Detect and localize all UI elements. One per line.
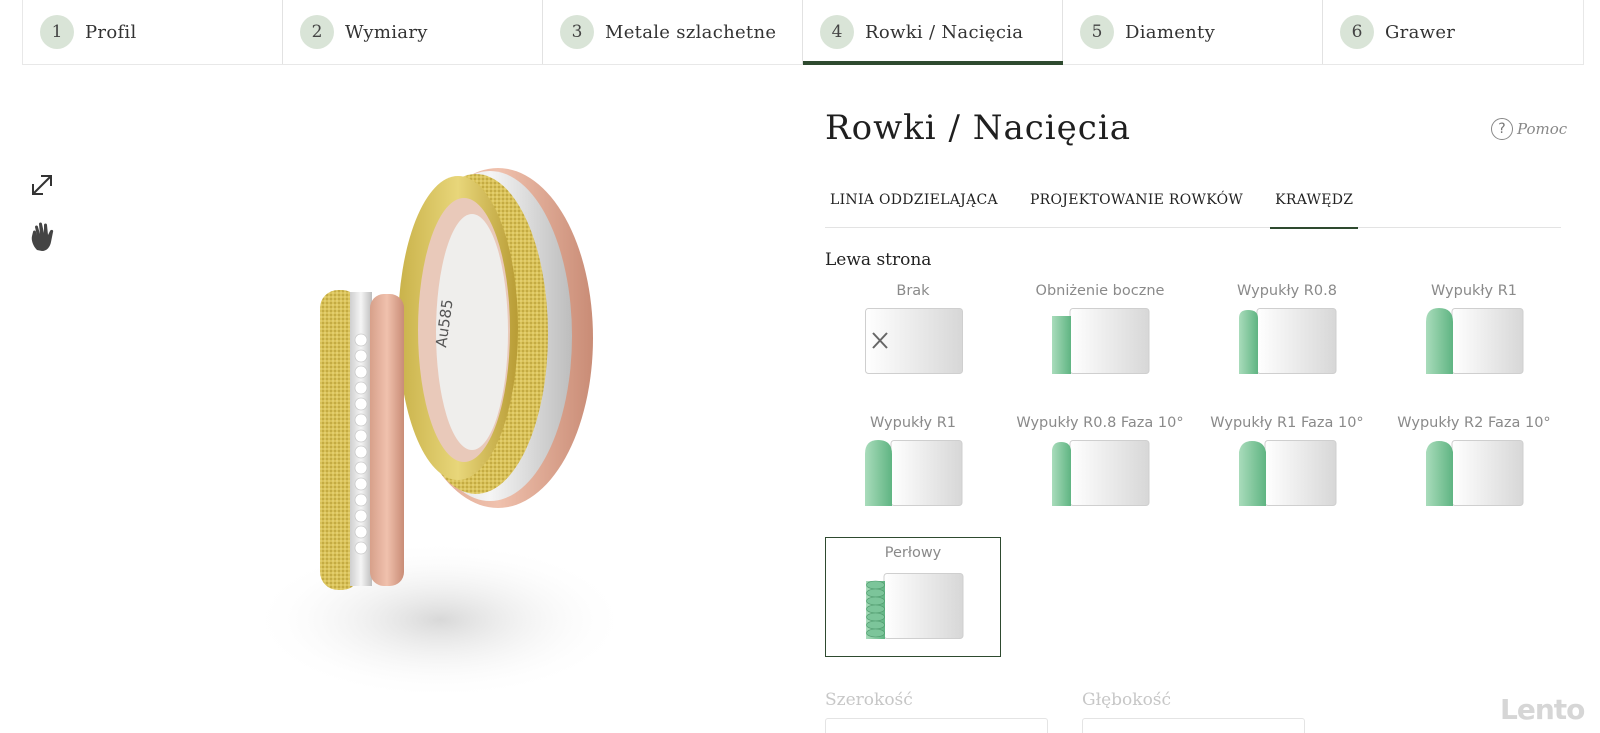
step-profil[interactable]: 1 Profil bbox=[23, 0, 283, 64]
step-label: Grawer bbox=[1385, 21, 1456, 43]
tab-bar: LINIA ODDZIELAJĄCA PROJEKTOWANIE ROWKÓW … bbox=[825, 180, 1561, 229]
section-label: Lewa strona bbox=[825, 250, 932, 270]
tab-linia-oddzielajaca[interactable]: LINIA ODDZIELAJĄCA bbox=[825, 180, 1003, 228]
step-navigation: 1 Profil 2 Wymiary 3 Metale szlachetne 4… bbox=[22, 0, 1584, 65]
step-diamenty[interactable]: 5 Diamenty bbox=[1063, 0, 1323, 64]
edge-option-wypukly-r08-faza[interactable]: Wypukły R0.8 Faza 10° bbox=[1012, 412, 1188, 532]
page-title: Rowki / Nacięcia bbox=[825, 108, 1131, 148]
edge-option-perlowy[interactable]: Perłowy bbox=[825, 537, 1001, 657]
help-icon: ? bbox=[1491, 118, 1513, 140]
expand-icon[interactable] bbox=[27, 170, 57, 200]
edge-option-wypukly-r08[interactable]: Wypukły R0.8 bbox=[1199, 280, 1375, 400]
tab-projektowanie-rowkow[interactable]: PROJEKTOWANIE ROWKÓW bbox=[1025, 180, 1248, 228]
watermark-text: Lento bbox=[1500, 693, 1585, 726]
step-number: 5 bbox=[1080, 15, 1114, 49]
option-label: Wypukły R0.8 Faza 10° bbox=[1016, 415, 1184, 431]
tab-krawedz[interactable]: KRAWĘDZ bbox=[1270, 180, 1359, 229]
step-label: Profil bbox=[85, 21, 137, 43]
step-number: 1 bbox=[40, 15, 74, 49]
step-number: 3 bbox=[560, 15, 594, 49]
edge-thumbnail bbox=[1239, 440, 1337, 506]
hand-icon[interactable] bbox=[27, 220, 61, 254]
edge-option-brak[interactable]: Brak bbox=[825, 280, 1001, 400]
edge-option-wypukly-r1-b[interactable]: Wypukły R1 bbox=[825, 412, 1001, 532]
option-label: Perłowy bbox=[884, 545, 942, 561]
option-label: Wypukły R0.8 bbox=[1237, 283, 1337, 299]
edge-option-obnizenie-boczne[interactable]: Obniżenie boczne bbox=[1012, 280, 1188, 400]
step-number: 4 bbox=[820, 15, 854, 49]
step-label: Wymiary bbox=[345, 21, 428, 43]
edge-thumbnail bbox=[1426, 440, 1524, 506]
step-label: Rowki / Nacięcia bbox=[865, 21, 1024, 43]
edge-thumbnail bbox=[1052, 308, 1150, 374]
step-label: Metale szlachetne bbox=[605, 21, 777, 43]
edge-thumbnail bbox=[865, 440, 963, 506]
option-label: Brak bbox=[896, 283, 930, 299]
step-metale-szlachetne[interactable]: 3 Metale szlachetne bbox=[543, 0, 803, 64]
edge-option-wypukly-r1[interactable]: Wypukły R1 bbox=[1386, 280, 1562, 400]
help-label: Pomoc bbox=[1517, 120, 1568, 138]
step-number: 6 bbox=[1340, 15, 1374, 49]
edge-thumbnail bbox=[865, 308, 963, 374]
step-rowki-naciecia[interactable]: 4 Rowki / Nacięcia bbox=[803, 0, 1063, 65]
step-grawer[interactable]: 6 Grawer bbox=[1323, 0, 1583, 64]
depth-field[interactable] bbox=[1082, 718, 1305, 733]
edge-thumbnail bbox=[866, 573, 964, 639]
watermark-logo: Lento bbox=[1500, 693, 1600, 733]
edge-thumbnail bbox=[1239, 308, 1337, 374]
edge-thumbnail bbox=[1426, 308, 1524, 374]
option-label: Obniżenie boczne bbox=[1035, 283, 1165, 299]
edge-option-wypukly-r2-faza[interactable]: Wypukły R2 Faza 10° bbox=[1386, 412, 1562, 532]
option-label: Wypukły R1 bbox=[869, 415, 957, 431]
step-number: 2 bbox=[300, 15, 334, 49]
option-label: Wypukły R1 Faza 10° bbox=[1210, 415, 1364, 431]
help-button[interactable]: ? Pomoc bbox=[1491, 118, 1567, 140]
edge-option-wypukly-r1-faza[interactable]: Wypukły R1 Faza 10° bbox=[1199, 412, 1375, 532]
width-label: Szerokość bbox=[825, 690, 913, 710]
step-label: Diamenty bbox=[1125, 21, 1216, 43]
depth-label: Głębokość bbox=[1082, 690, 1172, 710]
edge-thumbnail bbox=[1052, 440, 1150, 506]
option-label: Wypukły R2 Faza 10° bbox=[1397, 415, 1551, 431]
width-field[interactable] bbox=[825, 718, 1048, 733]
ring-preview[interactable]: Au585 bbox=[250, 150, 700, 710]
option-label: Wypukły R1 bbox=[1430, 283, 1518, 299]
step-wymiary[interactable]: 2 Wymiary bbox=[283, 0, 543, 64]
